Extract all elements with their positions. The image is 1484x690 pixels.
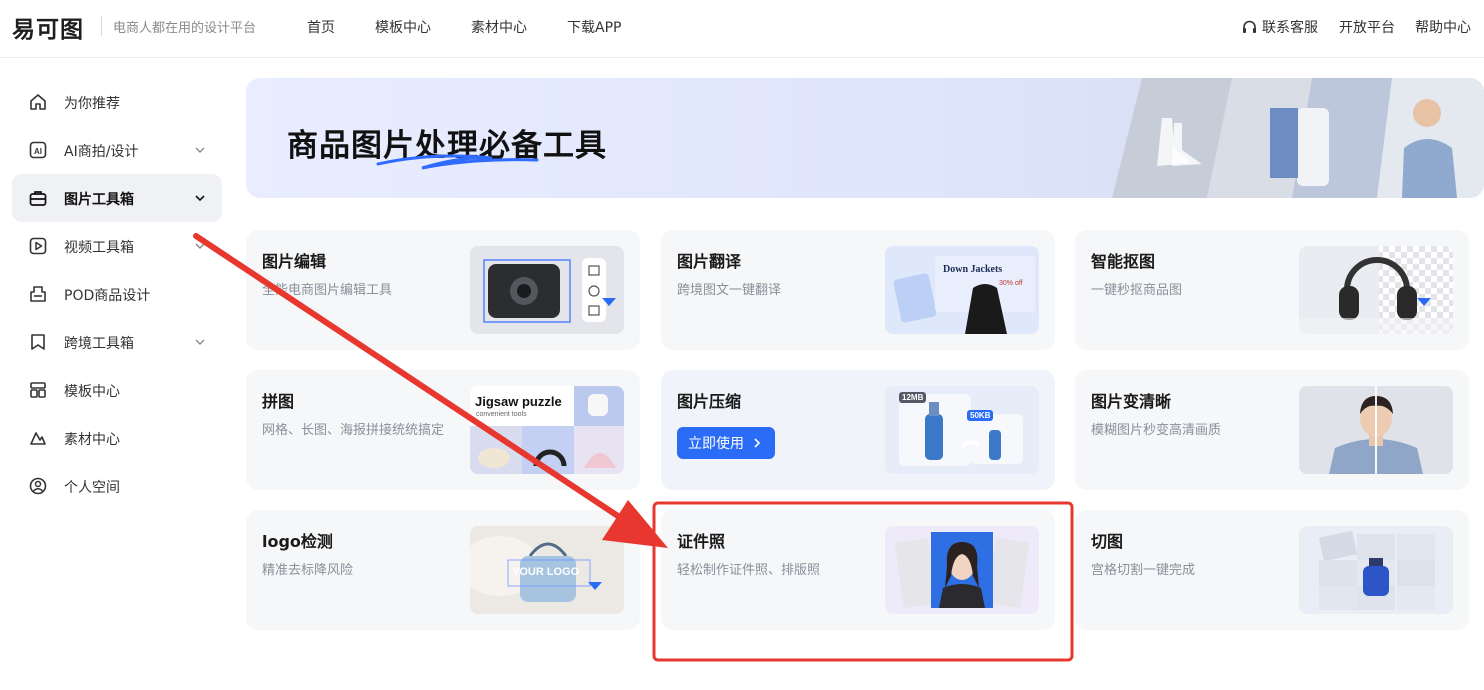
chevron-down-icon (195, 147, 205, 153)
ai-icon: AI (29, 141, 47, 159)
home-icon (30, 94, 46, 110)
logo-thumb-text: YOUR LOGO (512, 566, 580, 578)
nav-download-app[interactable]: 下载APP (567, 17, 621, 37)
tool-title: 智能抠图 (1091, 252, 1156, 271)
use-now-button[interactable]: 立即使用 (677, 427, 775, 459)
tool-title: 图片编辑 (262, 252, 327, 271)
use-now-label: 立即使用 (688, 436, 744, 452)
sidebar: 为你推荐 AI AI商拍/设计 图片工具箱 视频工具箱 POD商品设计 跨境工具… (0, 58, 232, 690)
tool-description: 全能电商图片编辑工具 (262, 283, 393, 298)
svg-text:AI: AI (34, 147, 42, 156)
sidebar-item-pod-design[interactable]: POD商品设计 (12, 270, 222, 318)
collage-thumb-sub: convenient tools (476, 411, 527, 418)
sidebar-item-label: 模板中心 (64, 384, 120, 400)
toolbox-icon (29, 191, 47, 206)
size-after-badge: 50KB (967, 410, 994, 421)
tool-card-logo-detect[interactable]: logo检测 精准去标降风险 YOUR LOGO (246, 510, 640, 630)
chevron-down-icon (195, 195, 205, 202)
pod-icon (30, 286, 46, 302)
sidebar-item-video-toolbox[interactable]: 视频工具箱 (12, 222, 222, 270)
sidebar-item-personal-space[interactable]: 个人空间 (12, 462, 222, 510)
sidebar-item-ai-design[interactable]: AI AI商拍/设计 (12, 126, 222, 174)
tool-title: logo检测 (262, 532, 333, 551)
banner-swoosh-decoration (376, 154, 539, 170)
chevron-down-icon (195, 243, 205, 249)
sidebar-item-label: 跨境工具箱 (64, 336, 134, 352)
smart-cutout-thumbnail (1299, 246, 1453, 334)
translate-graphic (893, 256, 1035, 334)
contact-service-link[interactable]: 联系客服 (1241, 17, 1318, 37)
tool-title: 切图 (1091, 532, 1124, 551)
sidebar-item-label: AI商拍/设计 (64, 144, 139, 160)
tool-description: 精准去标降风险 (262, 563, 354, 578)
tool-description: 模糊图片秒变高清画质 (1091, 423, 1222, 438)
id-photo-thumbnail (885, 526, 1039, 614)
tool-title: 图片翻译 (677, 252, 742, 271)
tool-card-image-enhance[interactable]: 图片变清晰 模糊图片秒变高清画质 (1075, 370, 1469, 490)
site-slogan: 电商人都在用的设计平台 (113, 21, 257, 36)
tool-title: 证件照 (677, 532, 726, 551)
tool-title: 图片变清晰 (1091, 392, 1172, 411)
crossborder-icon (31, 334, 45, 350)
hero-banner: 商品图片处理必备工具 (246, 78, 1484, 198)
sidebar-item-label: 视频工具箱 (64, 240, 134, 256)
sidebar-item-image-toolbox[interactable]: 图片工具箱 (12, 174, 222, 222)
size-before-badge: 12MB (899, 392, 927, 403)
open-platform-link[interactable]: 开放平台 (1339, 17, 1395, 37)
sidebar-item-label: 图片工具箱 (64, 192, 134, 208)
nav-templates[interactable]: 模板中心 (375, 17, 431, 37)
image-compress-thumbnail: 12MB 50KB (885, 386, 1039, 474)
sidebar-item-label: 素材中心 (64, 432, 120, 448)
image-edit-thumbnail (470, 246, 624, 334)
material-icon (30, 432, 46, 445)
tool-card-image-compress[interactable]: 图片压缩 立即使用 12MB 50KB (661, 370, 1055, 490)
translate-thumb-text: Down Jackets (943, 264, 1003, 275)
template-icon (30, 382, 46, 398)
tool-title: 图片压缩 (677, 392, 742, 411)
translate-thumb-sub: 30% off (999, 280, 1023, 287)
tool-description: 网格、长图、海报拼接统统搞定 (262, 423, 445, 438)
image-enhance-thumbnail (1299, 386, 1453, 474)
sidebar-item-label: POD商品设计 (64, 288, 151, 304)
tool-card-image-slice[interactable]: 切图 宫格切割一键完成 (1075, 510, 1469, 630)
sidebar-item-label: 为你推荐 (64, 96, 120, 112)
image-translate-thumbnail: Down Jackets 30% off (885, 246, 1039, 334)
tool-card-image-edit[interactable]: 图片编辑 全能电商图片编辑工具 (246, 230, 640, 350)
tool-description: 跨境图文一键翻译 (677, 283, 782, 298)
logo-detect-thumbnail: YOUR LOGO (470, 526, 624, 614)
nav-materials[interactable]: 素材中心 (471, 17, 527, 37)
sidebar-item-label: 个人空间 (64, 480, 120, 496)
logo-text: 易可图 (12, 17, 84, 43)
tool-description: 一键秒抠商品图 (1091, 283, 1183, 298)
help-center-link[interactable]: 帮助中心 (1415, 17, 1471, 37)
contact-service-label: 联系客服 (1262, 20, 1318, 36)
tool-description: 宫格切割一键完成 (1091, 563, 1196, 578)
tool-card-collage[interactable]: 拼图 网格、长图、海报拼接统统搞定 Jigsaw puzzle convenie… (246, 370, 640, 490)
video-icon (29, 237, 47, 255)
sidebar-item-material-center[interactable]: 素材中心 (12, 414, 222, 462)
banner-product-collage (1112, 78, 1484, 198)
collage-thumb-text: Jigsaw puzzle (475, 394, 562, 409)
user-icon (29, 477, 47, 495)
tool-card-image-translate[interactable]: 图片翻译 跨境图文一键翻译 Down Jackets 30% off (661, 230, 1055, 350)
chevron-right-icon (754, 438, 761, 448)
sidebar-item-recommend[interactable]: 为你推荐 (12, 78, 222, 126)
image-slice-thumbnail (1299, 526, 1453, 614)
tool-card-smart-cutout[interactable]: 智能抠图 一键秒抠商品图 (1075, 230, 1469, 350)
headset-icon (1243, 20, 1256, 33)
tool-card-id-photo[interactable]: 证件照 轻松制作证件照、排版照 (661, 510, 1055, 630)
nav-home[interactable]: 首页 (307, 17, 335, 37)
sidebar-item-crossborder-toolbox[interactable]: 跨境工具箱 (12, 318, 222, 366)
tool-description: 轻松制作证件照、排版照 (677, 563, 821, 578)
sidebar-item-template-center[interactable]: 模板中心 (12, 366, 222, 414)
site-logo[interactable]: 易可图 (12, 12, 84, 43)
tool-title: 拼图 (262, 392, 295, 411)
top-bar: 易可图 电商人都在用的设计平台 首页 模板中心 素材中心 下载APP 联系客服 … (0, 0, 1484, 58)
logo-divider (101, 16, 102, 36)
collage-thumbnail: Jigsaw puzzle convenient tools (470, 386, 624, 474)
chevron-down-icon (195, 339, 205, 345)
